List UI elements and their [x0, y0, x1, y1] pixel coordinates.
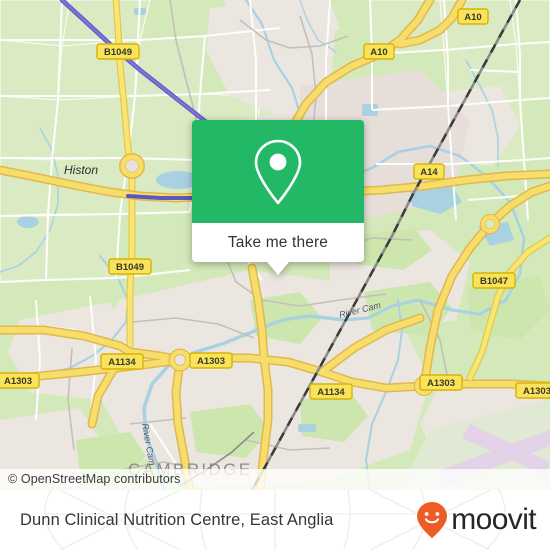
road-shield: A10	[457, 8, 489, 25]
road-shield: B1047	[472, 272, 516, 289]
svg-text:B1049: B1049	[116, 262, 144, 273]
footer-bar: Dunn Clinical Nutrition Centre, East Ang…	[0, 490, 550, 550]
moovit-wordmark: moovit	[451, 503, 536, 536]
popup-header	[192, 120, 364, 223]
road-shield: A1134	[309, 383, 353, 400]
road-shield: A1134	[100, 353, 144, 370]
svg-text:A1303: A1303	[4, 376, 32, 387]
road-shield: A1303	[515, 382, 550, 399]
location-title: Dunn Clinical Nutrition Centre, East Ang…	[20, 510, 334, 529]
moovit-brand[interactable]: moovit	[416, 490, 537, 550]
place-label-histon: Histon	[64, 163, 98, 177]
svg-text:A14: A14	[420, 167, 438, 178]
svg-text:B1047: B1047	[480, 276, 508, 287]
svg-text:A1134: A1134	[108, 357, 136, 368]
svg-text:A1303: A1303	[197, 356, 225, 367]
svg-text:A1303: A1303	[523, 386, 550, 397]
map-popup[interactable]: Take me there	[192, 120, 364, 275]
road-shield: A1303	[189, 352, 233, 369]
map-pin-icon	[254, 139, 302, 204]
svg-text:A1303: A1303	[427, 378, 455, 389]
svg-text:A10: A10	[464, 12, 481, 23]
svg-text:A10: A10	[370, 47, 387, 58]
road-shield: A1303	[419, 374, 463, 391]
take-me-there-button[interactable]: Take me there	[192, 223, 364, 262]
moovit-map-screenshot: CAMBRIDGE Histon River Cam River Cam B10…	[0, 0, 550, 550]
road-shield: B1049	[96, 43, 140, 60]
svg-text:A1134: A1134	[317, 387, 345, 398]
svg-text:B1049: B1049	[104, 47, 132, 58]
map-attribution: © OpenStreetMap contributors	[0, 469, 550, 490]
road-shield: A10	[363, 43, 395, 60]
road-shield: A14	[413, 163, 445, 180]
popup-pointer	[267, 262, 289, 275]
road-shield: B1049	[108, 258, 152, 275]
road-shield: A1303	[0, 372, 40, 389]
moovit-smiley-pin-icon	[417, 502, 448, 538]
